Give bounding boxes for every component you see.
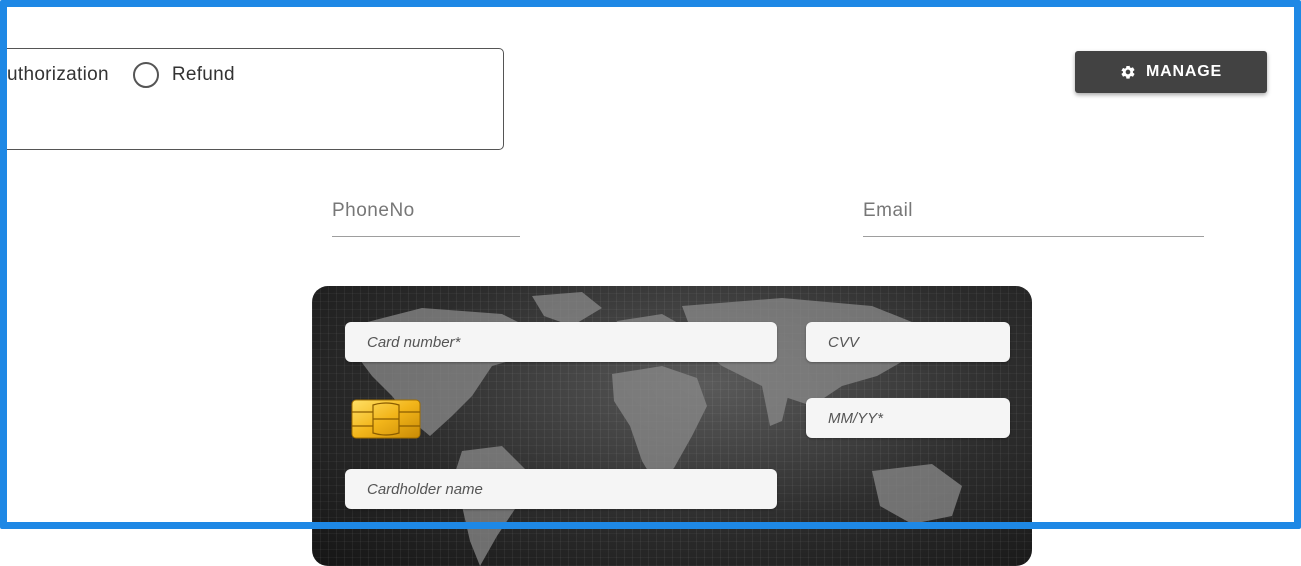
radio-option-refund[interactable]: Refund (109, 62, 235, 88)
email-placeholder: Email (863, 200, 914, 221)
radio-label-refund: Refund (171, 64, 235, 85)
email-field[interactable]: Email (863, 200, 1204, 237)
card-number-input[interactable] (345, 322, 777, 362)
phone-placeholder: PhoneNo (332, 200, 415, 221)
phone-field[interactable]: PhoneNo (332, 200, 520, 237)
card-chip-icon (351, 399, 421, 439)
credit-card (312, 286, 1032, 566)
expiry-input[interactable] (806, 398, 1010, 438)
transaction-type-options: uthorization Refund (0, 62, 235, 88)
cvv-input[interactable] (806, 322, 1010, 362)
manage-button[interactable]: MANAGE (1075, 51, 1267, 93)
cardholder-name-input[interactable] (345, 469, 777, 509)
manage-button-label: MANAGE (1146, 63, 1222, 80)
radio-label-authorization: uthorization (7, 64, 109, 85)
phone-underline (332, 236, 520, 237)
refund-radio[interactable] (132, 62, 159, 88)
email-underline (863, 236, 1204, 237)
gear-icon (1121, 65, 1135, 79)
radio-option-authorization[interactable]: uthorization (7, 64, 109, 86)
